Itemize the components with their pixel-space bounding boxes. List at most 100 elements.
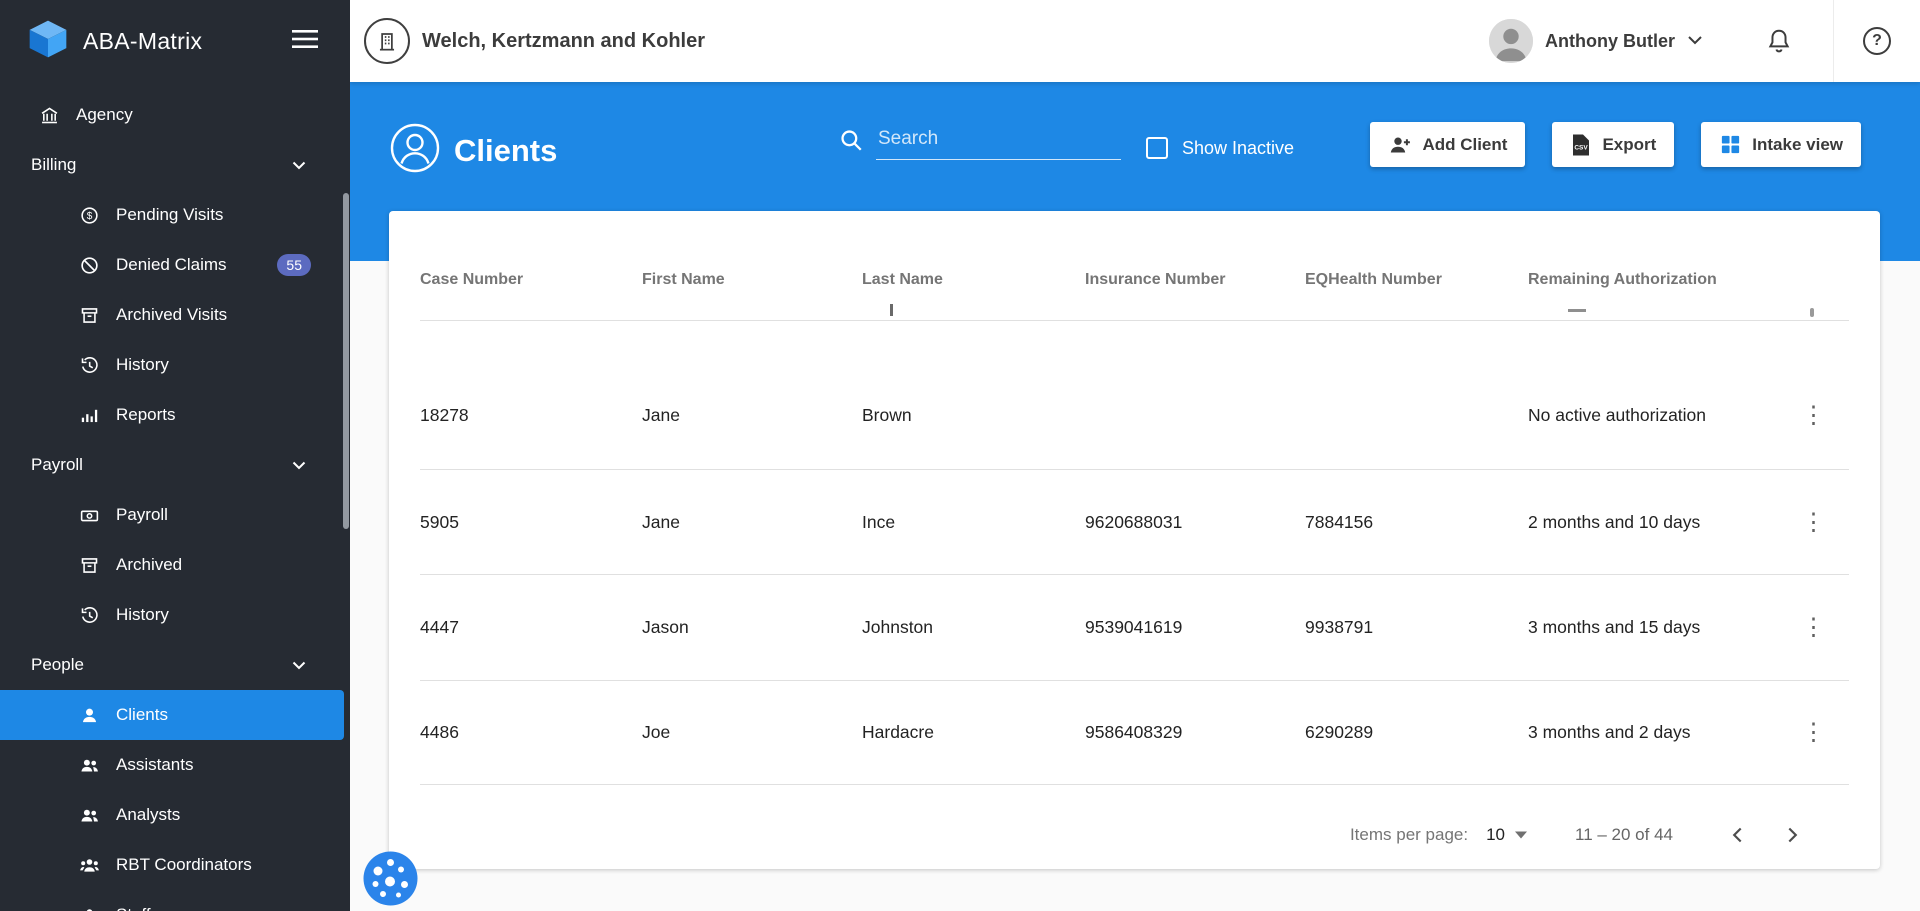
sidebar-section-label: Payroll [31, 455, 83, 475]
hamburger-menu-icon[interactable] [286, 23, 324, 60]
app-name: ABA-Matrix [83, 28, 202, 55]
intake-view-button[interactable]: Intake view [1701, 122, 1861, 167]
next-page-button[interactable] [1777, 820, 1807, 850]
cell-eqhealth-number: 7884156 [1305, 512, 1528, 533]
sidebar-item-label: History [116, 605, 169, 625]
sidebar-item-payroll-archived[interactable]: Archived [0, 540, 350, 590]
sidebar-item-clients[interactable]: Clients [0, 690, 344, 740]
cell-remaining-authorization: 3 months and 15 days [1528, 617, 1778, 638]
sidebar-item-label: Denied Claims [116, 255, 227, 275]
cell-last-name: Johnston [862, 617, 1085, 638]
cookie-widget-button[interactable] [361, 849, 420, 908]
column-header-eqhealth-number: EQHealth Number [1305, 271, 1528, 289]
sidebar-item-assistants[interactable]: Assistants [0, 740, 350, 790]
cell-case-number: 4486 [420, 722, 642, 743]
sidebar-section-people[interactable]: People [0, 640, 350, 690]
sidebar-item-reports[interactable]: Reports [0, 390, 350, 440]
clipped-row-fragment [1810, 308, 1814, 317]
sidebar-item-billing-history[interactable]: History [0, 340, 350, 390]
sidebar: ABA-Matrix Agency Billing $ Pending Visi… [0, 0, 350, 911]
cell-last-name: Ince [862, 512, 1085, 533]
previous-page-button[interactable] [1723, 820, 1753, 850]
sidebar-item-pending-visits[interactable]: $ Pending Visits [0, 190, 350, 240]
export-label: Export [1602, 135, 1656, 155]
row-actions-menu-icon[interactable]: ⋮ [1793, 607, 1835, 649]
cell-first-name: Joe [642, 722, 862, 743]
pagination-range: 11 – 20 of 44 [1575, 825, 1673, 845]
cell-remaining-authorization: 2 months and 10 days [1528, 512, 1778, 533]
search-group [838, 124, 1121, 160]
row-actions-menu-icon[interactable]: ⋮ [1793, 394, 1835, 436]
person-circle-icon [389, 122, 441, 179]
sidebar-item-label: Assistants [116, 755, 193, 775]
sidebar-section-billing[interactable]: Billing [0, 140, 350, 190]
money-icon: $ [78, 205, 100, 226]
chevron-down-icon [292, 461, 306, 470]
row-actions-menu-icon[interactable]: ⋮ [1793, 712, 1835, 754]
cell-remaining-authorization: No active authorization [1528, 405, 1778, 426]
clipped-table-row [420, 299, 1849, 321]
blocked-icon [78, 255, 100, 276]
sidebar-item-label: RBT Coordinators [116, 855, 252, 875]
table-row[interactable]: 4486 Joe Hardacre 9586408329 6290289 3 m… [420, 681, 1849, 785]
row-actions-menu-icon[interactable]: ⋮ [1793, 501, 1835, 543]
sidebar-item-label: Agency [76, 105, 133, 125]
page-title-group: Clients [389, 122, 557, 179]
sidebar-item-denied-claims[interactable]: Denied Claims 55 [0, 240, 350, 290]
table-row[interactable]: 4447 Jason Johnston 9539041619 9938791 3… [420, 575, 1849, 681]
sidebar-item-label: Staff [116, 905, 151, 911]
sidebar-item-label: Analysts [116, 805, 180, 825]
chevron-down-icon [292, 661, 306, 670]
sidebar-item-payroll-history[interactable]: History [0, 590, 350, 640]
sidebar-item-staff[interactable]: Staff [0, 890, 350, 911]
sidebar-item-agency[interactable]: Agency [0, 90, 350, 140]
help-button[interactable]: ? [1834, 27, 1920, 55]
items-per-page-label: Items per page: [1350, 825, 1468, 845]
notifications-bell-icon[interactable] [1765, 27, 1793, 55]
table-row[interactable]: 5905 Jane Ince 9620688031 7884156 2 mont… [420, 470, 1849, 575]
building-icon [38, 105, 60, 126]
clipped-row-fragment [1568, 309, 1586, 312]
cell-case-number: 4447 [420, 617, 642, 638]
export-button[interactable]: CSV Export [1552, 122, 1674, 167]
sidebar-item-archived-visits[interactable]: Archived Visits [0, 290, 350, 340]
chevron-down-icon [292, 161, 306, 170]
payments-icon [78, 505, 100, 526]
cell-last-name: Brown [862, 405, 1085, 426]
table-row[interactable]: 18278 Jane Brown No active authorization… [420, 321, 1849, 470]
history-clock-icon [78, 355, 100, 376]
company-logo-icon [364, 18, 410, 64]
user-menu-button[interactable]: Anthony Butler [1489, 19, 1703, 63]
show-inactive-toggle[interactable]: Show Inactive [1146, 137, 1294, 159]
column-header-first-name: First Name [642, 271, 862, 289]
cell-last-name: Hardacre [862, 722, 1085, 743]
sidebar-scrollbar[interactable] [343, 193, 349, 529]
sidebar-item-payroll[interactable]: Payroll [0, 490, 350, 540]
bar-chart-icon [78, 405, 100, 426]
sidebar-item-rbt-coordinators[interactable]: RBT Coordinators [0, 840, 350, 890]
top-header: Welch, Kertzmann and Kohler Anthony Butl… [350, 0, 1920, 82]
svg-text:CSV: CSV [1575, 144, 1589, 151]
sidebar-section-payroll[interactable]: Payroll [0, 440, 350, 490]
select-caret-icon [1515, 831, 1527, 839]
column-header-last-name: Last Name [862, 271, 1085, 289]
sidebar-item-analysts[interactable]: Analysts [0, 790, 350, 840]
sidebar-item-label: Payroll [116, 505, 168, 525]
app-logo-cube-icon [26, 17, 70, 66]
search-icon [838, 127, 864, 153]
two-people-icon [78, 755, 100, 776]
person-add-icon [1388, 133, 1412, 157]
sidebar-section-label: People [31, 655, 84, 675]
table-header-row: Case Number First Name Last Name Insuran… [420, 211, 1849, 299]
sidebar-item-label: Clients [116, 705, 168, 725]
denied-claims-count-badge: 55 [277, 254, 311, 276]
cell-insurance-number: 9586408329 [1085, 722, 1305, 743]
cell-remaining-authorization: 3 months and 2 days [1528, 722, 1778, 743]
intake-view-label: Intake view [1752, 135, 1843, 155]
add-client-button[interactable]: Add Client [1370, 122, 1525, 167]
search-input[interactable] [876, 124, 1121, 160]
sidebar-item-label: Reports [116, 405, 176, 425]
items-per-page-select[interactable]: 10 [1468, 825, 1527, 845]
company-info: Welch, Kertzmann and Kohler [364, 18, 705, 64]
grid-view-icon [1719, 133, 1742, 156]
